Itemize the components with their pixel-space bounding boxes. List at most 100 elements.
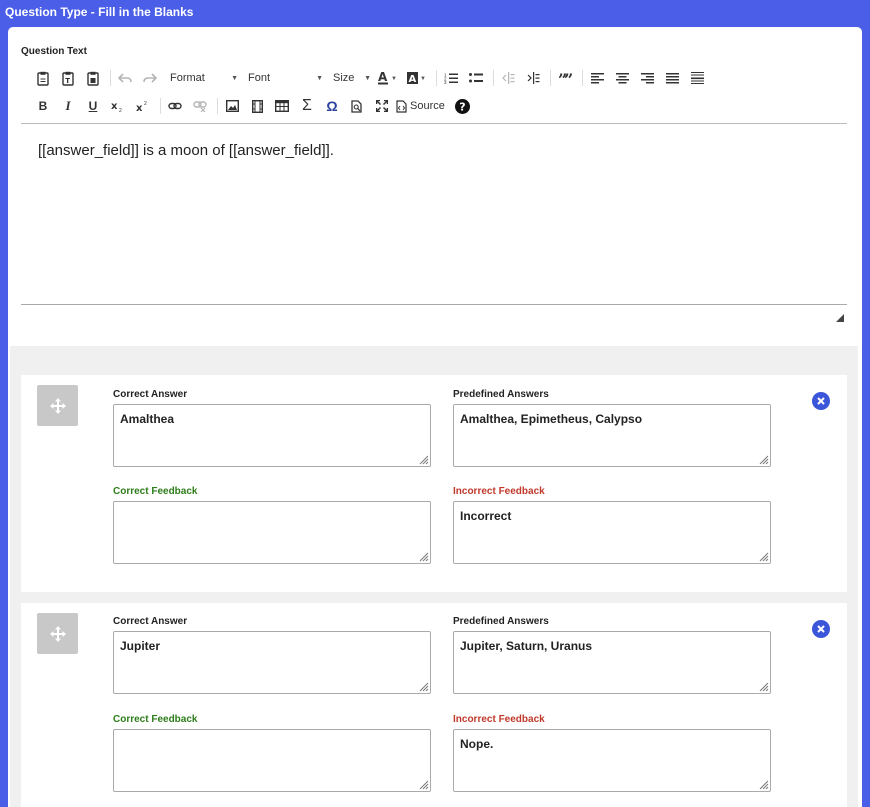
undo-icon[interactable] (114, 68, 136, 88)
redo-icon[interactable] (139, 68, 161, 88)
svg-text:▼: ▼ (391, 76, 397, 82)
subscript-icon[interactable]: x2 (107, 96, 129, 116)
toolbar-separator (160, 98, 161, 114)
svg-text:A: A (409, 74, 417, 85)
incorrect-feedback-field[interactable]: Incorrect (453, 501, 771, 564)
correct-answer-label: Correct Answer (113, 389, 188, 400)
predefined-answers-field[interactable]: Jupiter, Saturn, Uranus (453, 631, 771, 694)
paste-text-icon[interactable]: T (57, 68, 79, 88)
predefined-answers-field[interactable]: Amalthea, Epimetheus, Calypso (453, 404, 771, 467)
question-text-editor[interactable]: [[answer_field]] is a moon of [[answer_f… (21, 124, 847, 304)
table-icon[interactable] (271, 96, 293, 116)
correct-feedback-label: Correct Feedback (113, 486, 198, 497)
image-icon[interactable] (221, 96, 243, 116)
paste-icon[interactable] (32, 68, 54, 88)
close-icon (817, 625, 825, 633)
increase-indent-icon[interactable] (522, 68, 544, 88)
format-dropdown-label: Format (170, 72, 205, 84)
chevron-down-icon: ▼ (231, 74, 238, 82)
editor-toolbar-row-2: B I U x2 x2 Σ Ω Source ? (32, 95, 476, 117)
resize-grip-icon (419, 780, 429, 790)
resize-grip-icon (759, 455, 769, 465)
math-formula-icon[interactable]: Σ (296, 96, 318, 116)
bold-icon[interactable]: B (32, 96, 54, 116)
delete-answer-button[interactable] (812, 392, 830, 410)
editor-resize-handle[interactable] (836, 314, 844, 322)
correct-answer-field[interactable]: Amalthea (113, 404, 431, 467)
correct-feedback-field[interactable] (113, 501, 431, 564)
size-dropdown[interactable]: Size ▼ (327, 68, 375, 88)
svg-text:2: 2 (119, 108, 122, 112)
svg-text:A: A (378, 71, 388, 84)
correct-answer-value: Amalthea (120, 412, 175, 426)
drag-handle[interactable] (37, 613, 78, 654)
svg-text:”: ” (564, 73, 572, 83)
source-icon (396, 99, 407, 113)
delete-answer-button[interactable] (812, 620, 830, 638)
svg-text:3: 3 (444, 80, 447, 84)
source-button[interactable]: Source (396, 96, 448, 116)
svg-text:▼: ▼ (420, 76, 426, 82)
editor-toolbar-row-1: T Format ▼ Font ▼ Size ▼ A ▼ A ▼ 1 2 3 ” (32, 67, 711, 89)
incorrect-feedback-value: Incorrect (460, 509, 512, 523)
font-dropdown[interactable]: Font ▼ (242, 68, 327, 88)
svg-text:x: x (136, 103, 143, 112)
text-color-icon[interactable]: A ▼ (375, 68, 401, 88)
align-center-icon[interactable] (611, 68, 633, 88)
drag-handle[interactable] (37, 385, 78, 426)
blockquote-icon[interactable]: ”” (554, 68, 576, 88)
special-character-icon[interactable]: Ω (321, 96, 343, 116)
resize-grip-icon (419, 455, 429, 465)
resize-grip-icon (759, 682, 769, 692)
help-icon[interactable]: ? (451, 96, 473, 116)
align-right-icon[interactable] (636, 68, 658, 88)
bulleted-list-icon[interactable] (465, 68, 487, 88)
svg-text:2: 2 (144, 101, 147, 107)
toolbar-separator (436, 70, 437, 86)
superscript-icon[interactable]: x2 (132, 96, 154, 116)
preview-icon[interactable] (346, 96, 368, 116)
decrease-indent-icon[interactable] (497, 68, 519, 88)
horizontal-rule-icon[interactable] (686, 68, 708, 88)
underline-icon[interactable]: U (82, 96, 104, 116)
answer-card: Correct Answer Jupiter Predefined Answer… (21, 603, 847, 807)
chevron-down-icon: ▼ (364, 74, 371, 82)
correct-feedback-field[interactable] (113, 729, 431, 792)
toolbar-separator (110, 70, 111, 86)
video-icon[interactable] (246, 96, 268, 116)
answer-card: Correct Answer Amalthea Predefined Answe… (21, 375, 847, 592)
italic-icon[interactable]: I (57, 96, 79, 116)
background-color-icon[interactable]: A ▼ (404, 68, 430, 88)
predefined-answers-value: Amalthea, Epimetheus, Calypso (460, 412, 643, 426)
question-type-header: Question Type - Fill in the Blanks (5, 5, 194, 19)
correct-answer-value: Jupiter (120, 639, 161, 653)
resize-grip-icon (759, 552, 769, 562)
font-dropdown-label: Font (248, 72, 271, 84)
correct-answer-label: Correct Answer (113, 616, 188, 627)
svg-text:x: x (111, 101, 118, 112)
toolbar-separator (582, 70, 583, 86)
toolbar-separator (217, 98, 218, 114)
paste-word-icon[interactable] (82, 68, 104, 88)
toolbar-separator (493, 70, 494, 86)
align-left-icon[interactable] (586, 68, 608, 88)
numbered-list-icon[interactable]: 123 (440, 68, 462, 88)
link-icon[interactable] (164, 96, 186, 116)
incorrect-feedback-label: Incorrect Feedback (453, 486, 545, 497)
incorrect-feedback-value: Nope. (460, 737, 494, 751)
incorrect-feedback-field[interactable]: Nope. (453, 729, 771, 792)
source-button-label: Source (410, 100, 445, 112)
svg-text:?: ? (459, 100, 465, 113)
correct-feedback-label: Correct Feedback (113, 714, 198, 725)
align-justify-icon[interactable] (661, 68, 683, 88)
maximize-icon[interactable] (371, 96, 393, 116)
chevron-down-icon: ▼ (316, 74, 323, 82)
incorrect-feedback-label: Incorrect Feedback (453, 714, 545, 725)
close-icon (817, 397, 825, 405)
question-panel: Question Text T Format ▼ Font ▼ Size ▼ A… (8, 27, 862, 807)
format-dropdown[interactable]: Format ▼ (164, 68, 242, 88)
correct-answer-field[interactable]: Jupiter (113, 631, 431, 694)
question-text-label: Question Text (21, 46, 87, 57)
predefined-answers-label: Predefined Answers (453, 389, 549, 400)
unlink-icon[interactable] (189, 96, 211, 116)
